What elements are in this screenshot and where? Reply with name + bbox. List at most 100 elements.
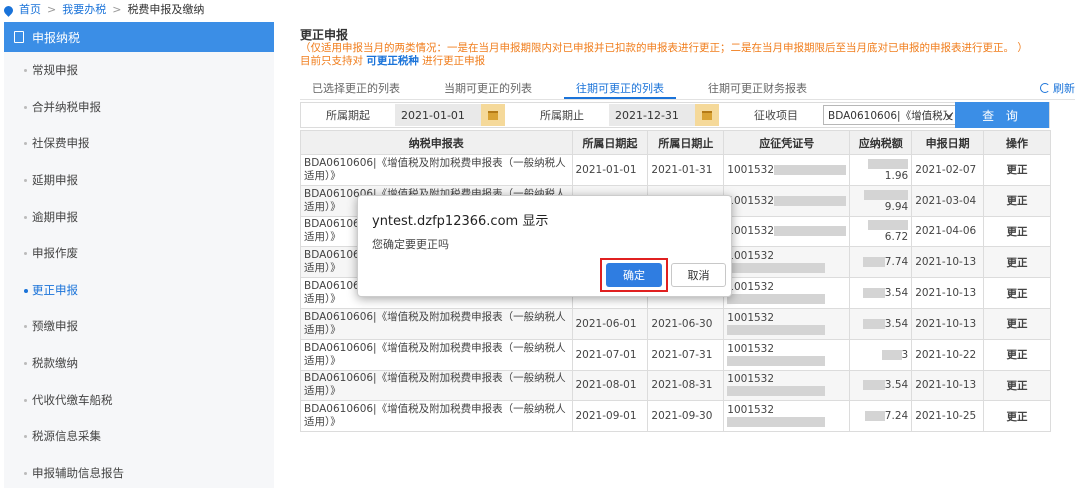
certificate-number: 1001532 (727, 163, 775, 176)
sidebar-item-tax-payment[interactable]: 税款缴纳 (4, 345, 274, 382)
sidebar-item-tax-source[interactable]: 税源信息采集 (4, 418, 274, 455)
notice-text: （仅适用申报当月的两类情况：一是在当月申报期限内对已申报并已扣款的申报表进行更正… (300, 42, 1028, 54)
filing-date-cell: 2021-04-06 (911, 215, 985, 248)
certificate-number-cell: 1001532 (723, 277, 851, 309)
sidebar-item-label: 税源信息采集 (32, 429, 101, 444)
tab-current-period[interactable]: 当期可更正的列表 (432, 80, 544, 99)
filing-date-cell: 2021-10-13 (911, 369, 985, 402)
tax-amount-cell: 3.54 (849, 369, 913, 402)
tax-item-select[interactable]: BDA0610606|《增值税及 (823, 105, 957, 125)
certificate-number: 1001532 (727, 225, 775, 238)
end-date-value: 2021-12-31 (615, 108, 679, 122)
redaction-mask (774, 164, 847, 175)
dialog-title: yntest.dzfp12366.com 显示 (372, 214, 549, 229)
filing-date-cell: 2021-10-13 (911, 307, 985, 340)
sidebar-item-vehicle-tax[interactable]: 代收代缴车船税 (4, 381, 274, 418)
tax-amount-cell: 3.54 (849, 277, 913, 309)
certificate-number-cell: 1001532 (723, 184, 851, 217)
declaration-name-cell: BDA0610606|《增值税及附加税费申报表（一般纳税人适用）》 (300, 369, 573, 402)
certificate-number: 1001532 (727, 250, 775, 263)
breadcrumb-separator: > (47, 3, 57, 16)
correct-action-link[interactable]: 更正 (983, 369, 1051, 402)
correct-action-link[interactable]: 更正 (983, 277, 1051, 309)
breadcrumb-home-link[interactable]: 首页 (19, 1, 41, 19)
correct-action-link[interactable]: 更正 (983, 307, 1051, 340)
filing-date-cell: 2021-02-07 (911, 154, 985, 186)
filing-date-cell: 2021-10-13 (911, 246, 985, 279)
correctable-tax-link[interactable]: 可更正税种 (366, 55, 419, 67)
redaction-mask (864, 411, 885, 422)
refresh-button[interactable]: 刷新 (1040, 80, 1075, 96)
redaction-mask (862, 257, 885, 268)
dialog-message: 您确定要更正吗 (372, 238, 449, 251)
correct-action-link[interactable]: 更正 (983, 154, 1051, 186)
sidebar-item-overdue-filing[interactable]: 逾期申报 (4, 198, 274, 235)
sidebar-item-label: 税款缴纳 (32, 356, 78, 371)
sidebar-item-social-insurance[interactable]: 社保费申报 (4, 125, 274, 162)
redaction-mask (881, 349, 902, 360)
sidebar-item-consolidated-filing[interactable]: 合并纳税申报 (4, 89, 274, 126)
sidebar-item-label: 常规申报 (32, 63, 78, 78)
filing-date-cell: 2021-10-13 (911, 277, 985, 309)
redaction-mask (727, 263, 826, 274)
tax-amount-cell: 7.74 (849, 246, 913, 279)
filing-date-cell: 2021-10-25 (911, 400, 985, 433)
sidebar-item-prepayment-filing[interactable]: 预缴申报 (4, 308, 274, 345)
end-date-input[interactable]: 2021-12-31 (609, 104, 719, 126)
breadcrumb-level1-link[interactable]: 我要办税 (62, 1, 106, 19)
breadcrumb: 首页 > 我要办税 > 税费申报及缴纳 (0, 0, 204, 20)
sidebar-header[interactable]: 申报纳税 (4, 22, 274, 52)
redaction-mask (862, 288, 885, 299)
redaction-mask (862, 318, 885, 329)
sidebar-item-void-filing[interactable]: 申报作废 (4, 235, 274, 272)
redaction-mask (727, 386, 826, 397)
tax-amount-cell: 7.24 (849, 400, 913, 433)
certificate-number: 1001532 (727, 373, 775, 386)
cancel-button[interactable]: 取消 (671, 263, 726, 287)
tax-amount-cell: 6.72 (849, 215, 913, 248)
correct-action-link[interactable]: 更正 (983, 246, 1051, 279)
tab-selected-corrections[interactable]: 已选择更正的列表 (300, 80, 412, 99)
filter-bar: 所属期起 2021-01-01 所属期止 2021-12-31 征收项目 BDA… (300, 102, 1050, 128)
sidebar-item-correction-filing[interactable]: 更正申报 (4, 272, 274, 309)
redaction-mask (774, 195, 847, 206)
correct-action-link[interactable]: 更正 (983, 184, 1051, 217)
calendar-icon[interactable] (481, 104, 505, 126)
correct-action-link[interactable]: 更正 (983, 400, 1051, 433)
query-button[interactable]: 查 询 (955, 102, 1049, 128)
confirm-button[interactable]: 确定 (606, 263, 662, 287)
start-date-input[interactable]: 2021-01-01 (395, 104, 505, 126)
tax-amount-cell: 9.94 (849, 184, 913, 217)
redaction-mask (868, 220, 909, 231)
certificate-number: 1001532 (727, 311, 775, 324)
tab-past-financial-reports[interactable]: 往期可更正财务报表 (696, 80, 819, 99)
sidebar-header-label: 申报纳税 (32, 30, 81, 45)
table-row: BDA0610606|《增值税及附加税费申报表（一般纳税人适用）》 2021-06… (300, 307, 1051, 340)
breadcrumb-separator: > (112, 3, 122, 16)
sidebar-item-deferred-filing[interactable]: 延期申报 (4, 162, 274, 199)
column-header: 应纳税额 (849, 130, 913, 155)
sidebar-item-label: 逾期申报 (32, 209, 78, 224)
tax-amount: 7.24 (884, 410, 909, 423)
calendar-icon[interactable] (695, 104, 719, 126)
redaction-mask (774, 226, 847, 237)
sidebar-item-label: 预缴申报 (32, 319, 78, 334)
tab-past-periods[interactable]: 往期可更正的列表 (564, 80, 676, 99)
notice-secondary-prefix: 目前只支持对 (300, 55, 367, 67)
table-header-row: 纳税申报表 所属日期起 所属日期止 应征凭证号 应纳税额 申报日期 操作 (300, 130, 1051, 155)
tax-amount: 6.72 (884, 231, 909, 244)
breadcrumb-current: 税费申报及缴纳 (127, 3, 205, 16)
sidebar-item-regular-filing[interactable]: 常规申报 (4, 52, 274, 89)
tax-amount: 3 (901, 348, 909, 361)
certificate-number: 1001532 (727, 404, 775, 417)
period-start-cell: 2021-09-01 (571, 400, 649, 433)
sidebar-item-auxiliary-report[interactable]: 申报辅助信息报告 (4, 455, 274, 488)
correct-action-link[interactable]: 更正 (983, 338, 1051, 371)
redaction-mask (727, 324, 826, 335)
correct-action-link[interactable]: 更正 (983, 215, 1051, 248)
refresh-label: 刷新 (1053, 82, 1075, 95)
redaction-mask (864, 189, 909, 200)
confirm-dialog: yntest.dzfp12366.com 显示 您确定要更正吗 确定 取消 (357, 195, 732, 297)
sidebar-item-label: 延期申报 (32, 173, 78, 188)
redaction-mask (868, 158, 909, 169)
